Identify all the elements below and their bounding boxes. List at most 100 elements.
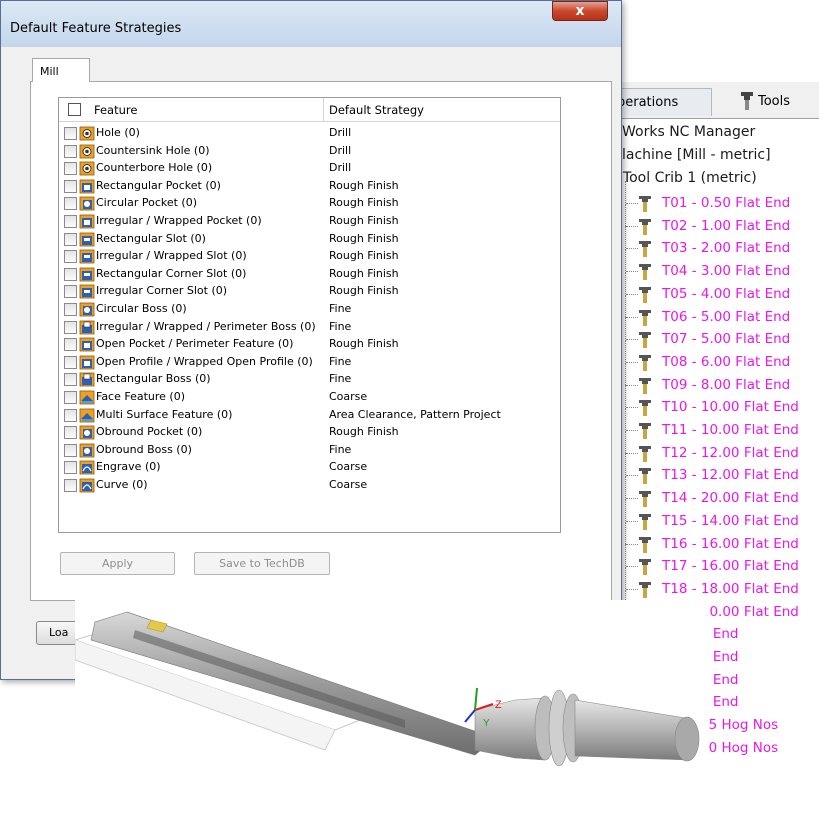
tool-list-item[interactable]: T16 - 16.00 Flat End (606, 521, 819, 556)
tree-node-machine[interactable]: lachine [Mill - metric] (622, 147, 771, 163)
tool-list-item[interactable]: T05 - 4.00 Flat End (606, 271, 819, 306)
feature-strategy[interactable]: Fine (329, 302, 351, 315)
tool-list-item[interactable]: T10 - 10.00 Flat End (606, 385, 819, 419)
save-to-techdb-button[interactable]: Save to TechDB (194, 552, 330, 575)
tool-list-item[interactable]: T07 - 5.00 Flat End (606, 317, 819, 351)
end-mill-icon (638, 195, 652, 216)
feature-row[interactable]: Engrave (0) Coarse (59, 459, 560, 476)
tool-list-item[interactable]: T18 - 18.00 Flat End (606, 566, 819, 601)
feature-checkbox[interactable] (64, 267, 77, 281)
tool-list-item[interactable]: T03 - 2.00 Flat End (606, 226, 819, 260)
tool-list-item[interactable]: T12 - 12.00 Flat End (606, 430, 819, 465)
tree-node-tool-crib[interactable]: ► Tool Crib 1 (metric) (610, 170, 757, 186)
feature-row[interactable]: Open Profile / Wrapped Open Profile (0) F… (59, 354, 560, 371)
feature-strategy[interactable]: Coarse (329, 478, 367, 491)
tool-name: T18 - 18.00 Flat End (662, 580, 799, 597)
feature-checkbox[interactable] (64, 391, 77, 404)
dialog-titlebar[interactable]: Default Feature Strategies x (1, 1, 621, 47)
feature-checkbox[interactable] (64, 232, 77, 246)
feature-strategy[interactable]: Rough Finish (329, 284, 399, 297)
feature-row[interactable]: Face Feature (0) Coarse (59, 389, 560, 406)
tool-list-item[interactable]: T08 - 6.00 Flat End (606, 339, 819, 374)
feature-checkbox[interactable] (64, 320, 77, 334)
feature-row[interactable]: Obround Boss (0) Fine (59, 442, 560, 459)
feature-checkbox[interactable] (64, 338, 77, 352)
tool-list-item[interactable]: T09 - 8.00 Flat End (606, 362, 819, 397)
tool-list-item[interactable]: T17 - 16.00 Flat End (606, 544, 819, 578)
tool-list-item[interactable]: T13 - 12.00 Flat End (606, 453, 819, 487)
feature-row[interactable]: Rectangular Pocket (0) Rough Finish (59, 178, 560, 195)
feature-checkbox[interactable] (64, 144, 77, 158)
feature-strategy[interactable]: Rough Finish (329, 232, 399, 245)
feature-strategy[interactable]: Rough Finish (329, 249, 399, 262)
feature-row[interactable]: Countersink Hole (0) Drill (59, 143, 560, 160)
feature-row[interactable]: Circular Pocket (0) Rough Finish (59, 195, 560, 212)
feature-row[interactable]: Obround Pocket (0) Rough Finish (59, 424, 560, 441)
feature-row[interactable]: Open Pocket / Perimeter Feature (0) Rough… (59, 336, 560, 353)
tree-connector (625, 408, 626, 430)
feature-strategy[interactable]: Coarse (329, 390, 367, 403)
feature-row[interactable]: Irregular Corner Slot (0) Rough Finish (59, 283, 560, 300)
feature-strategy[interactable]: Drill (329, 161, 351, 174)
feature-checkbox[interactable] (64, 162, 77, 176)
feature-strategy[interactable]: Drill (329, 126, 351, 139)
tool-list-item[interactable]: T04 - 3.00 Flat End (606, 249, 819, 283)
feature-row[interactable]: Multi Surface Feature (0) Area Clearance,… (59, 407, 560, 424)
column-divider[interactable] (323, 98, 324, 121)
tool-list-item[interactable]: T06 - 5.00 Flat End (606, 294, 819, 329)
feature-row[interactable]: Rectangular Corner Slot (0) Rough Finish (59, 266, 560, 283)
feature-row[interactable]: Curve (0) Coarse (59, 477, 560, 494)
feature-row[interactable]: Rectangular Slot (0) Rough Finish (59, 231, 560, 248)
feature-checkbox[interactable] (64, 461, 77, 475)
feature-strategy[interactable]: Rough Finish (329, 337, 399, 350)
feature-strategy[interactable]: Fine (329, 355, 351, 368)
tool-list-item[interactable]: T14 - 20.00 Flat End (606, 476, 819, 510)
feature-checkbox[interactable] (64, 285, 77, 299)
feature-row[interactable]: Hole (0) Drill (59, 125, 560, 142)
feature-strategy[interactable]: Rough Finish (329, 196, 399, 209)
column-header-strategy[interactable]: Default Strategy (329, 103, 424, 117)
feature-strategy[interactable]: Drill (329, 144, 351, 157)
feature-row[interactable]: Irregular / Wrapped Pocket (0) Rough Fini… (59, 213, 560, 230)
feature-checkbox[interactable] (64, 355, 77, 369)
tab-tools[interactable]: Tools (714, 88, 819, 116)
feature-strategy[interactable]: Area Clearance, Pattern Project (329, 408, 501, 421)
tool-list-item[interactable]: T15 - 14.00 Flat End (606, 498, 819, 533)
select-all-checkbox[interactable] (68, 103, 81, 116)
feature-row[interactable]: Irregular / Wrapped Slot (0) Rough Finish (59, 248, 560, 265)
feature-strategy[interactable]: Coarse (329, 460, 367, 473)
feature-checkbox[interactable] (64, 426, 77, 440)
feature-checkbox[interactable] (64, 303, 77, 316)
feature-checkbox[interactable] (64, 443, 77, 457)
feature-checkbox[interactable] (64, 479, 77, 492)
feature-checkbox[interactable] (64, 215, 77, 228)
column-header-feature[interactable]: Feature (94, 103, 137, 117)
feature-checkbox[interactable] (64, 408, 77, 422)
tool-list-item[interactable]: T02 - 1.00 Flat End (606, 203, 819, 238)
feature-row[interactable]: Rectangular Boss (0) Fine (59, 371, 560, 388)
feature-name: Rectangular Slot (0) (96, 231, 206, 245)
feature-strategy[interactable]: Rough Finish (329, 267, 399, 280)
apply-button[interactable]: Apply (60, 552, 175, 575)
tab-mill[interactable]: Mill (32, 58, 90, 82)
feature-row[interactable]: Circular Boss (0) Fine (59, 301, 560, 318)
tool-list-item[interactable]: T01 - 0.50 Flat End (606, 181, 819, 216)
feature-strategy[interactable]: Rough Finish (329, 425, 399, 438)
feature-strategy[interactable]: Fine (329, 372, 351, 385)
feature-checkbox[interactable] (64, 179, 77, 193)
feature-strategy[interactable]: Fine (329, 443, 351, 456)
tool-list-item[interactable]: T11 - 10.00 Flat End (606, 408, 819, 442)
feature-checkbox[interactable] (64, 250, 77, 264)
tree-connector (625, 521, 626, 544)
tree-root-manager[interactable]: Works NC Manager (622, 124, 755, 140)
feature-strategy[interactable]: Fine (329, 320, 351, 333)
feature-row[interactable]: Irregular / Wrapped / Perimeter Boss (0)… (59, 319, 560, 336)
feature-checkbox[interactable] (64, 127, 77, 140)
feature-strategy[interactable]: Rough Finish (329, 214, 399, 227)
feature-checkbox[interactable] (64, 197, 77, 211)
feature-checkbox[interactable] (64, 373, 77, 387)
feature-row[interactable]: Counterbore Hole (0) Drill (59, 160, 560, 177)
feature-name: Irregular Corner Slot (0) (96, 284, 228, 298)
close-button[interactable]: x (552, 1, 608, 21)
feature-strategy[interactable]: Rough Finish (329, 179, 399, 192)
